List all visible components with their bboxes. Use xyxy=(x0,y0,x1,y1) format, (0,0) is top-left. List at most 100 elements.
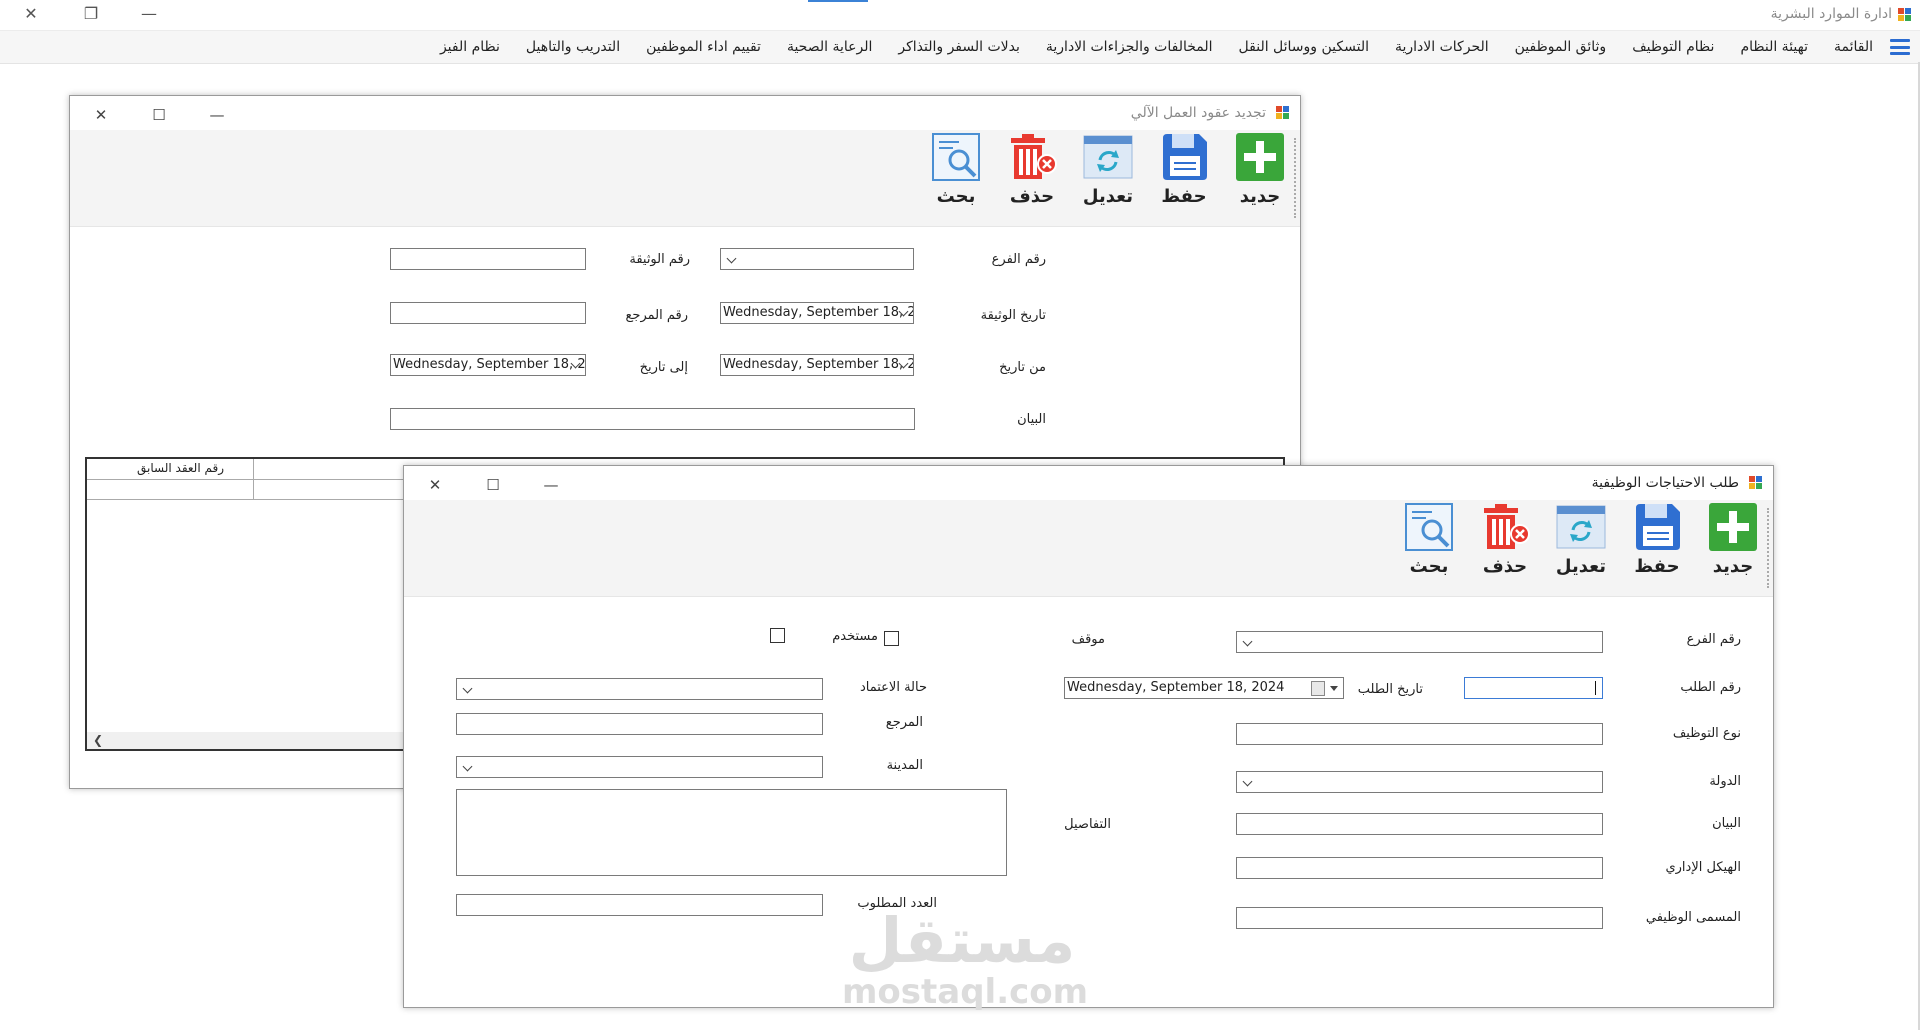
close-icon[interactable]: ✕ xyxy=(90,104,112,126)
minimize-icon[interactable]: — xyxy=(138,3,160,25)
calendar-icon[interactable] xyxy=(1311,681,1325,696)
refresh-icon xyxy=(1556,505,1606,549)
menu-item-violations[interactable]: المخالفات والجزاءات الادارية xyxy=(1033,39,1226,55)
search-button[interactable]: بحث xyxy=(928,132,984,222)
used-checkbox[interactable] xyxy=(770,628,785,643)
add-icon xyxy=(1236,133,1284,181)
details-label: التفاصيل xyxy=(1064,817,1111,832)
delete-button[interactable]: حذف xyxy=(1004,132,1060,222)
minimize-icon[interactable]: — xyxy=(206,104,228,126)
ref-no-label: رقم المرجع xyxy=(625,308,689,323)
employment-type-input[interactable] xyxy=(1236,723,1603,745)
branch-label: رقم الفرع xyxy=(1686,632,1741,647)
save-icon xyxy=(1163,134,1207,180)
menu-bar: القائمة تهيئة النظام نظام التوظيف وثائق … xyxy=(0,30,1920,64)
stopped-checkbox[interactable] xyxy=(884,631,899,646)
doc-date-picker[interactable]: Wednesday, September 18, 2024 xyxy=(720,302,914,324)
save-button[interactable]: حفظ xyxy=(1156,132,1212,222)
loading-indicator xyxy=(808,0,868,2)
save-button[interactable]: حفظ xyxy=(1629,502,1685,592)
save-icon xyxy=(1636,504,1680,550)
job-request-window: ✕ ☐ — طلب الاحتياجات الوظيفية جديد حفظ ت… xyxy=(403,465,1774,1008)
search-icon xyxy=(932,133,980,181)
approval-status-label: حالة الاعتماد xyxy=(859,680,927,695)
statement-input[interactable] xyxy=(1236,813,1603,835)
from-date-picker[interactable]: Wednesday, September 18, 2024 xyxy=(720,354,914,376)
org-structure-label: الهيكل الإداري xyxy=(1665,860,1741,875)
doc-no-input[interactable] xyxy=(390,248,586,270)
watermark: مستقل mostaql.com xyxy=(842,904,1089,1012)
menu-item-recruitment[interactable]: نظام التوظيف xyxy=(1619,39,1727,55)
toolbar: جديد حفظ تعديل حذف بحث xyxy=(404,500,1773,597)
branch-label: رقم الفرع xyxy=(991,252,1046,267)
app-icon xyxy=(1898,7,1912,26)
job-title-input[interactable] xyxy=(1236,907,1603,929)
menu-item-admin-movements[interactable]: الحركات الادارية xyxy=(1382,39,1502,55)
edit-button[interactable]: تعديل xyxy=(1080,132,1136,222)
window-title: طلب الاحتياجات الوظيفية xyxy=(1591,475,1739,491)
statement-input[interactable] xyxy=(390,408,915,430)
window-icon xyxy=(1276,105,1290,124)
edit-button[interactable]: تعديل xyxy=(1553,502,1609,592)
refresh-icon xyxy=(1083,135,1133,179)
menu-item-performance[interactable]: تقييم اداء الموظفين xyxy=(633,39,774,55)
close-icon[interactable]: ✕ xyxy=(20,3,42,25)
maximize-icon[interactable]: ☐ xyxy=(482,474,504,496)
trash-icon xyxy=(1011,134,1057,179)
request-no-input[interactable] xyxy=(1464,677,1603,699)
employment-type-label: نوع التوظيف xyxy=(1672,726,1741,741)
request-date-label: تاريخ الطلب xyxy=(1357,682,1423,697)
menu-item-travel-allowances[interactable]: بدلات السفر والتذاكر xyxy=(885,39,1033,55)
statement-label: البيان xyxy=(1712,816,1741,831)
to-date-label: إلى تاريخ xyxy=(639,360,688,375)
toolbar: جديد حفظ تعديل حذف بحث xyxy=(70,130,1300,227)
reference-label: المرجع xyxy=(885,715,923,730)
new-button[interactable]: جديد xyxy=(1705,502,1761,592)
doc-no-label: رقم الوثيقة xyxy=(629,252,690,267)
statement-label: البيان xyxy=(1017,412,1046,427)
city-combo[interactable] xyxy=(456,756,823,778)
menu-item-housing-transport[interactable]: التسكين ووسائل النقل xyxy=(1226,39,1382,55)
menu-item-health-care[interactable]: الرعاية الصحية xyxy=(774,39,885,55)
new-button[interactable]: جديد xyxy=(1232,132,1288,222)
request-no-label: رقم الطلب xyxy=(1680,680,1741,695)
menu-item-main[interactable]: القائمة xyxy=(1821,39,1886,55)
details-textarea[interactable] xyxy=(456,789,1007,876)
country-combo[interactable] xyxy=(1236,771,1603,793)
required-count-input[interactable] xyxy=(456,894,823,916)
from-date-label: من تاريخ xyxy=(999,360,1046,375)
scroll-left-icon[interactable]: ❮ xyxy=(93,733,103,747)
menu-item-visas[interactable]: نظام الفيز xyxy=(427,39,513,55)
window-icon xyxy=(1749,475,1763,494)
city-label: المدينة xyxy=(886,758,923,773)
delete-button[interactable]: حذف xyxy=(1477,502,1533,592)
window-title: تجديد عقود العمل الآلي xyxy=(1130,105,1266,121)
search-button[interactable]: بحث xyxy=(1401,502,1457,592)
reference-input[interactable] xyxy=(456,713,823,735)
to-date-picker[interactable]: Wednesday, September 18, 2024 xyxy=(390,354,586,376)
menu-icon[interactable] xyxy=(1890,39,1910,55)
close-icon[interactable]: ✕ xyxy=(424,474,446,496)
restore-icon[interactable]: ❐ xyxy=(80,3,102,25)
job-window-titlebar: ✕ ☐ — طلب الاحتياجات الوظيفية xyxy=(404,466,1773,500)
maximize-icon[interactable]: ☐ xyxy=(148,104,170,126)
stopped-label: موقف xyxy=(1071,632,1105,647)
trash-icon xyxy=(1484,504,1530,549)
branch-combo[interactable] xyxy=(720,248,914,270)
org-structure-input[interactable] xyxy=(1236,857,1603,879)
request-date-picker[interactable]: Wednesday, September 18, 2024 xyxy=(1064,677,1344,699)
search-icon xyxy=(1405,503,1453,551)
approval-status-combo[interactable] xyxy=(456,678,823,700)
chevron-down-icon[interactable] xyxy=(1330,686,1338,691)
minimize-icon[interactable]: — xyxy=(540,474,562,496)
menu-item-training[interactable]: التدريب والتاهيل xyxy=(513,39,633,55)
app-titlebar: ✕ ❐ — ادارة الموارد البشرية xyxy=(0,0,1920,28)
menu-item-employee-documents[interactable]: وثائق الموظفين xyxy=(1502,39,1620,55)
job-title-label: المسمى الوظيفي xyxy=(1645,910,1741,925)
menu-item-system-setup[interactable]: تهيئة النظام xyxy=(1727,39,1821,55)
ref-no-input[interactable] xyxy=(390,302,586,324)
toolbar-grip xyxy=(1765,508,1769,588)
grid-column-previous-contract[interactable]: رقم العقد السابق xyxy=(137,461,224,475)
branch-combo[interactable] xyxy=(1236,631,1603,653)
country-label: الدولة xyxy=(1709,774,1741,789)
